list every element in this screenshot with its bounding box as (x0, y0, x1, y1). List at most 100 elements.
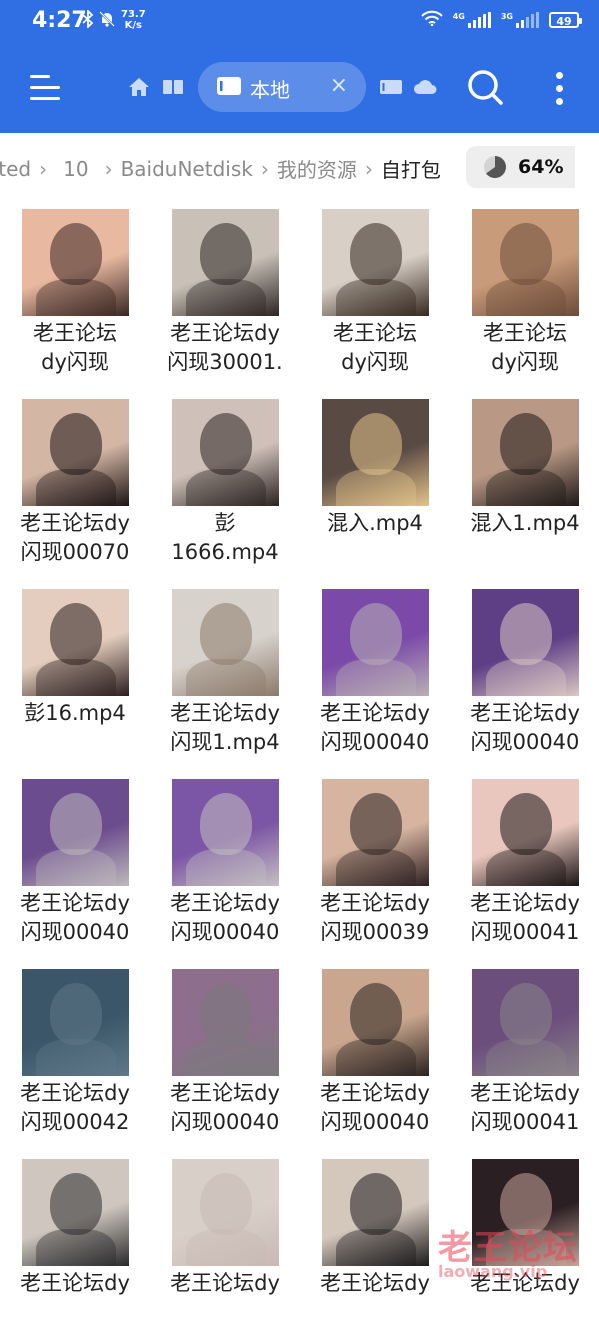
file-item[interactable]: 混入1.mp4 (450, 391, 599, 581)
file-item[interactable]: 彭 1666.mp4 (150, 391, 300, 581)
thumbnail-figure-body (186, 659, 266, 696)
file-name-line1: 老王论坛dy (20, 1271, 130, 1295)
file-name: 老王论坛dy 闪现30001. (150, 319, 300, 377)
chevron-right-icon: › (104, 156, 113, 181)
breadcrumb-item[interactable]: 10 (49, 157, 102, 181)
file-item[interactable]: 老王论坛dy 闪现00070 (0, 391, 150, 581)
file-name: 老王论坛dy 闪现1.mp4 (150, 699, 300, 757)
video-thumbnail (472, 969, 579, 1076)
file-name: 老王论坛dy 闪现00040 (300, 1079, 450, 1137)
file-name-line2: 闪现00040 (20, 920, 130, 944)
file-item[interactable]: 老王论坛dy 闪现00040 (450, 581, 599, 771)
file-item[interactable]: 老王论坛 dy闪现 (450, 201, 599, 391)
video-thumbnail (22, 589, 129, 696)
thumbnail-figure (350, 793, 402, 855)
thumbnail-figure-body (336, 469, 416, 506)
tab-library[interactable] (160, 74, 186, 100)
file-name: 老王论坛dy 闪现00070 (0, 509, 150, 567)
file-item[interactable]: 老王论坛dy 闪现00041 (450, 961, 599, 1151)
file-name-line1: 老王论坛dy (470, 891, 580, 915)
file-item[interactable]: 老王论坛dy 闪现1.mp4 (150, 581, 300, 771)
file-item[interactable]: 老王论坛dy 闪现00041 (450, 771, 599, 961)
file-name: 老王论坛 dy闪现 (450, 319, 599, 377)
file-name-line2: 闪现00042 (20, 1110, 130, 1134)
thumbnail-figure-body (36, 1229, 116, 1266)
breadcrumb-item[interactable]: ated (0, 157, 37, 181)
thumbnail-figure-body (486, 469, 566, 506)
file-item[interactable]: 老王论坛dy 闪现00040 (0, 771, 150, 961)
file-name: 老王论坛dy 闪现00040 (0, 889, 150, 947)
tab-home[interactable] (126, 74, 152, 100)
breadcrumb-item[interactable]: 我的资源 (271, 154, 363, 183)
video-thumbnail (322, 399, 429, 506)
wifi-icon (421, 10, 443, 29)
file-name-line2: 闪现00040 (170, 1110, 280, 1134)
more-options-button[interactable] (548, 70, 572, 108)
video-thumbnail (322, 209, 429, 316)
file-item[interactable]: 老王论坛dy 闪现00040 (300, 581, 450, 771)
battery-icon: 49 (549, 11, 582, 28)
tab-local[interactable]: 本地 × (198, 62, 366, 112)
video-thumbnail (22, 1159, 129, 1266)
thumbnail-figure-body (186, 849, 266, 886)
file-item[interactable]: 老王论坛dy 闪现00040 (150, 771, 300, 961)
file-item[interactable]: 老王论坛dy 闪现00040 (300, 961, 450, 1151)
video-thumbnail (322, 779, 429, 886)
file-item[interactable]: 老王论坛dy (0, 1151, 150, 1341)
phone-storage-icon (216, 75, 242, 101)
storage-usage-button[interactable]: 64% (466, 146, 575, 188)
file-item[interactable]: 混入.mp4 (300, 391, 450, 581)
thumbnail-figure-body (336, 659, 416, 696)
thumbnail-figure (350, 413, 402, 475)
file-name-line2: 闪现00040 (170, 920, 280, 944)
file-name-line1: 老王论坛dy (170, 891, 280, 915)
sim1-network-type: 4G (452, 11, 465, 21)
video-thumbnail (172, 209, 279, 316)
video-thumbnail (472, 779, 579, 886)
file-item[interactable]: 老王论坛dy (150, 1151, 300, 1341)
thumbnail-figure (500, 983, 552, 1045)
file-name-line2: 闪现00041 (470, 1110, 580, 1134)
video-thumbnail (22, 399, 129, 506)
thumbnail-figure (50, 1173, 102, 1235)
file-name-line1: 老王论坛dy (170, 321, 280, 345)
close-icon[interactable]: × (330, 75, 348, 97)
thumbnail-figure-body (36, 279, 116, 316)
sim2-network-type: 3G (500, 11, 513, 21)
thumbnail-figure (200, 983, 252, 1045)
thumbnail-figure-body (486, 659, 566, 696)
file-item[interactable]: 老王论坛dy 闪现30001. (150, 201, 300, 391)
tab-network[interactable] (378, 74, 404, 100)
status-time: 4:27 (32, 8, 87, 33)
thumbnail-figure (50, 413, 102, 475)
breadcrumb-item[interactable]: BaiduNetdisk (115, 157, 259, 181)
video-thumbnail (472, 589, 579, 696)
breadcrumb-current[interactable]: 自打包 (375, 154, 447, 183)
thumbnail-figure (350, 1173, 402, 1235)
file-name: 老王论坛dy 闪现00041 (450, 889, 599, 947)
thumbnail-figure (350, 983, 402, 1045)
file-name-line2: dy闪现 (41, 350, 109, 374)
file-item[interactable]: 老王论坛dy 闪现00040 (150, 961, 300, 1151)
file-name-line1: 老王论坛dy (470, 701, 580, 725)
status-bar: 4:27 73.7 K/s 4G 3G 49 (0, 0, 599, 44)
file-item[interactable]: 彭16.mp4 (0, 581, 150, 771)
tab-cloud[interactable] (412, 74, 438, 100)
file-name-line1: 老王论坛dy (320, 1081, 430, 1105)
search-button[interactable] (466, 68, 504, 106)
thumbnail-figure (350, 223, 402, 285)
file-item[interactable]: 老王论坛dy 闪现00039 (300, 771, 450, 961)
file-name: 老王论坛dy 闪现00040 (150, 889, 300, 947)
thumbnail-figure-body (186, 469, 266, 506)
menu-button[interactable] (26, 70, 64, 104)
thumbnail-figure-body (186, 279, 266, 316)
file-name-line2: 闪现00040 (470, 730, 580, 754)
thumbnail-figure-body (486, 279, 566, 316)
file-item[interactable]: 老王论坛 dy闪现 (0, 201, 150, 391)
file-item[interactable]: 老王论坛 dy闪现 (300, 201, 450, 391)
file-item[interactable]: 老王论坛dy (300, 1151, 450, 1341)
thumbnail-figure-body (36, 1039, 116, 1076)
video-thumbnail (172, 589, 279, 696)
file-item[interactable]: 老王论坛dy 闪现00042 (0, 961, 150, 1151)
video-thumbnail (472, 209, 579, 316)
